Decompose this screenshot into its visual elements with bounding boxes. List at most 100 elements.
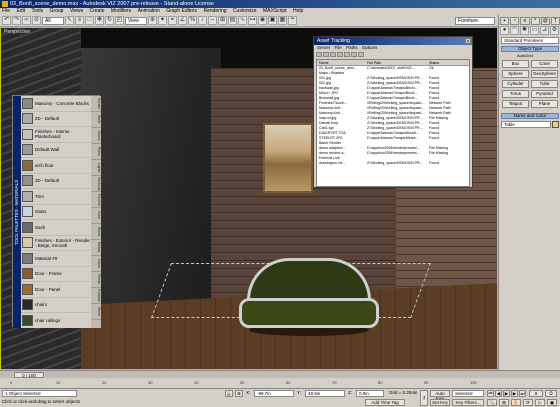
create-tab[interactable]: + (500, 17, 510, 25)
palette-tab[interactable]: Render (91, 96, 101, 112)
geometry-icon[interactable]: ● (500, 26, 509, 35)
material-item[interactable]: arch floor (21, 158, 91, 174)
undo-icon[interactable]: ↶ (2, 16, 11, 25)
material-item[interactable]: Sash (21, 220, 91, 236)
menu-customize[interactable]: Customize (233, 8, 257, 14)
torus-button[interactable]: Torus (502, 90, 529, 98)
asset-menu-paths[interactable]: Paths (346, 45, 358, 50)
material-item[interactable]: Finishes - Exterior - Render - Beige, Sm… (21, 236, 91, 251)
lights-icon[interactable]: ✺ (520, 26, 529, 35)
asset-menu-file[interactable]: File (335, 45, 342, 50)
menu-group[interactable]: Group (50, 8, 64, 14)
material-item[interactable]: Material #0 (21, 251, 91, 267)
palette-tab[interactable]: Doors (91, 128, 101, 144)
current-frame-field[interactable]: 0 (529, 390, 543, 397)
sofa-model[interactable] (239, 258, 379, 338)
primitive-type-dropdown[interactable]: Standard Primitives (501, 37, 559, 44)
cylinder-button[interactable]: Cylinder (502, 80, 529, 88)
checkin-icon[interactable] (330, 52, 336, 57)
asset-menu-options[interactable]: Options (362, 45, 378, 50)
menu-rendering[interactable]: Rendering (203, 8, 226, 14)
material-editor-icon[interactable]: ◉ (258, 16, 267, 25)
next-frame-icon[interactable]: ▶ (511, 390, 518, 397)
rotate-icon[interactable]: ↻ (105, 16, 114, 25)
track-ruler[interactable]: 0 10 20 30 40 50 60 70 80 90 100 (0, 378, 480, 388)
add-icon[interactable] (337, 52, 343, 57)
palette-tab[interactable]: Plastic (91, 272, 101, 288)
plane-button[interactable]: Plane (531, 100, 558, 108)
tube-button[interactable]: Tube (531, 80, 558, 88)
selection-filter-dropdown[interactable]: All (42, 16, 64, 25)
palette-tab[interactable]: Glass (91, 256, 101, 272)
material-item[interactable]: Default Wall (21, 143, 91, 158)
close-icon[interactable]: × (465, 38, 471, 45)
select-by-name-icon[interactable]: ≡ (75, 16, 84, 25)
cameras-icon[interactable]: ▭ (530, 26, 539, 35)
palette-tab[interactable]: Lights (91, 160, 101, 176)
palette-tab[interactable]: Metals (91, 240, 101, 256)
lock-selection-icon[interactable]: 🔒 (225, 390, 233, 397)
box-button[interactable]: Box (502, 60, 529, 68)
display-tab[interactable]: @ (540, 17, 550, 25)
hierarchy-tab[interactable]: o (520, 17, 530, 25)
material-item[interactable]: Masonry - Concrete Blocks (21, 96, 91, 112)
pyramid-button[interactable]: Pyramid (531, 90, 558, 98)
geosphere-button[interactable]: GeoSphere (531, 70, 558, 78)
schematic-icon[interactable]: ⊶ (248, 16, 257, 25)
material-item[interactable]: Finishes - Interior - Plasterboard (21, 127, 91, 143)
previous-frame-icon[interactable]: ◀ (495, 390, 502, 397)
object-type-rollout[interactable]: Object Type (501, 46, 559, 52)
z-coordinate-field[interactable]: 0.0in (356, 390, 384, 397)
play-icon[interactable]: ▶ (503, 390, 510, 397)
menu-maxscript[interactable]: MAXScript (263, 8, 287, 14)
scale-icon[interactable]: ◰ (115, 16, 124, 25)
set-key-button[interactable]: Set Key (430, 399, 450, 406)
spinner-snap-icon[interactable]: ↕ (198, 16, 207, 25)
name-color-rollout[interactable]: Name and Color (501, 113, 559, 119)
select-arrow-icon[interactable]: ↖ (65, 16, 74, 25)
time-config-icon[interactable]: ⏱ (545, 390, 557, 397)
move-icon[interactable]: ✥ (95, 16, 104, 25)
material-item[interactable]: 2D - Default (21, 112, 91, 127)
named-selection-dropdown[interactable]: Furniture (455, 16, 495, 25)
utilities-tab[interactable]: T (550, 17, 560, 25)
angle-snap-icon[interactable]: ∠ (178, 16, 187, 25)
palette-tab[interactable]: Sections (91, 176, 101, 192)
undo-checkout-icon[interactable] (344, 52, 350, 57)
object-color-swatch[interactable] (552, 121, 559, 128)
redo-icon[interactable]: ↷ (12, 16, 21, 25)
unlink-icon[interactable]: ⊘ (32, 16, 41, 25)
shapes-icon[interactable]: ◠ (510, 26, 519, 35)
key-filters-button[interactable]: Key Filters... (452, 399, 484, 406)
material-item[interactable]: chair railings (21, 313, 91, 328)
x-coordinate-field[interactable]: -99.7in (254, 390, 294, 397)
quick-render-icon[interactable]: ☕ (288, 16, 297, 25)
menu-file[interactable]: File (2, 8, 10, 14)
helpers-icon[interactable]: ⊿ (540, 26, 549, 35)
palette-tab[interactable]: Wood (91, 224, 101, 240)
view-icon[interactable] (358, 52, 364, 57)
asset-row[interactable]: drawingxxx.nrt-... Z:\Working_space\DEMOS… (317, 161, 469, 166)
teapot-button[interactable]: Teapot (502, 100, 529, 108)
align-icon[interactable]: ⊞ (218, 16, 227, 25)
systems-icon[interactable]: ⚙ (550, 26, 559, 35)
column-status[interactable]: Status (429, 60, 469, 65)
orbit-icon[interactable]: ⟳ (523, 399, 533, 406)
auto-key-button[interactable]: Auto Key (430, 390, 450, 401)
mirror-icon[interactable]: ⇔ (208, 16, 217, 25)
key-icon[interactable]: ⚷ (420, 390, 428, 406)
zoom-icon[interactable]: 🔍 (487, 399, 497, 406)
zoom-all-icon[interactable]: ⊞ (499, 399, 509, 406)
palette-tab[interactable]: Plans (91, 144, 101, 160)
material-item[interactable]: Door - Panel (21, 282, 91, 298)
link-icon[interactable]: ∞ (22, 16, 31, 25)
palette-tab[interactable]: Conc. (91, 208, 101, 224)
menu-edit[interactable]: Edit (16, 8, 25, 14)
checkout-icon[interactable] (323, 52, 329, 57)
percent-snap-icon[interactable]: % (188, 16, 197, 25)
menu-create[interactable]: Create (89, 8, 104, 14)
object-name-input[interactable]: Table (501, 121, 551, 128)
material-item[interactable]: Door - Frame (21, 267, 91, 282)
tool-palette-titlebar[interactable]: TOOL PALETTES - MATERIALS (13, 96, 21, 328)
menu-animation[interactable]: Animation (138, 8, 160, 14)
